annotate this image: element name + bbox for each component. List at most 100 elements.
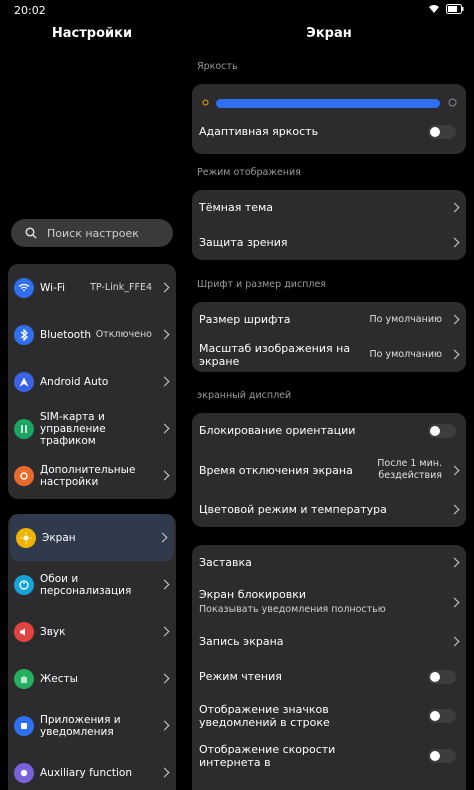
brightness-slider[interactable]: [216, 99, 440, 108]
toggle-knob: [430, 671, 440, 682]
sidebar-item-more-settings[interactable]: Дополнительные настройки: [8, 452, 176, 499]
settings-title: Настройки: [51, 26, 133, 41]
screen-scale-label: Масштаб изображения на экране: [199, 341, 351, 368]
screensaver-row[interactable]: Заставка: [192, 545, 466, 580]
more-settings-icon: [14, 465, 34, 486]
sidebar-item-label: Экран: [42, 531, 76, 544]
sound-icon: [14, 621, 34, 642]
chevron-right-icon: [159, 626, 170, 637]
screen-record-row[interactable]: Запись экрана: [192, 624, 466, 659]
reading-mode-row[interactable]: Режим чтения: [192, 659, 466, 694]
eye-protection-label: Защита зрения: [199, 236, 288, 249]
chevron-right-icon: [449, 202, 460, 213]
palette-icon: [14, 574, 34, 595]
orientation-lock-label: Блокирование ориентации: [199, 424, 356, 437]
wifi-icon: [14, 277, 34, 298]
sidebar-item-gestures[interactable]: Жесты: [8, 655, 176, 702]
net-speed-row[interactable]: Отображение скорости интернета в: [192, 738, 466, 773]
screen-card: Блокирование ориентации Время отключения…: [192, 413, 466, 527]
sidebar-item-auxiliary[interactable]: Auxiliary function: [8, 749, 176, 790]
chevron-right-icon: [449, 636, 460, 647]
chevron-right-icon: [159, 673, 170, 684]
lock-screen-title: Экран блокировки: [199, 588, 307, 601]
toggle-knob: [430, 126, 440, 137]
sidebar-item-label: Android Auto: [40, 375, 109, 388]
auxiliary-icon: [14, 762, 34, 783]
adaptive-brightness-row[interactable]: Адаптивная яркость: [192, 114, 466, 149]
dark-theme-row[interactable]: Тёмная тема: [192, 190, 466, 225]
chevron-right-icon: [159, 720, 170, 731]
color-mode-row[interactable]: Цветовой режим и температура: [192, 492, 466, 527]
sidebar-item-label: Дополнительные настройки: [40, 463, 136, 488]
chevron-right-icon: [159, 767, 170, 778]
dark-theme-label: Тёмная тема: [199, 201, 274, 214]
font-size-value: По умолчанию: [369, 313, 442, 325]
sun-bright-icon: [448, 98, 457, 107]
hand-icon: [14, 668, 34, 689]
chevron-right-icon: [159, 470, 170, 481]
battery-icon: [446, 4, 464, 14]
sidebar-item-android-auto[interactable]: Android Auto: [8, 358, 176, 405]
bluetooth-status-value: Отключено: [95, 329, 152, 340]
chevron-right-icon: [159, 423, 170, 434]
screen-record-label: Запись экрана: [199, 635, 284, 648]
lock-screen-row[interactable]: Экран блокировки Показывать уведомления …: [192, 580, 466, 624]
sidebar-item-label: Приложения и уведомления: [40, 713, 121, 738]
screen-timeout-label: Время отключения экрана: [199, 463, 353, 477]
sidebar-item-label: SIM-карта и управление трафиком: [40, 410, 106, 447]
device-settings-group: Экран Обои и персонализация Звук Жесты П…: [8, 514, 176, 790]
eye-protection-row[interactable]: Защита зрения: [192, 225, 466, 260]
sidebar-item-sound[interactable]: Звук: [8, 608, 176, 655]
sidebar-item-label: Обои и персонализация: [40, 572, 132, 597]
notification-icons-row[interactable]: Отображение значков уведомлений в строке: [192, 694, 466, 738]
section-display-mode: Режим отображения: [197, 167, 301, 178]
sidebar-item-wallpaper[interactable]: Обои и персонализация: [8, 561, 176, 608]
section-screen: экранный дисплей: [197, 390, 292, 401]
orientation-lock-toggle[interactable]: [428, 423, 456, 438]
wifi-network-value: TP-Link_FFE4: [90, 282, 152, 293]
chevron-right-icon: [159, 376, 170, 387]
sidebar-item-label: Звук: [40, 625, 66, 638]
screen-timeout-row[interactable]: Время отключения экрана После 1 мин. без…: [192, 448, 466, 492]
screen-scale-value: По умолчанию: [369, 348, 442, 360]
status-time: 20:02: [14, 4, 46, 17]
apps-icon: [14, 715, 34, 736]
adaptive-brightness-toggle[interactable]: [428, 124, 456, 139]
net-speed-toggle[interactable]: [428, 748, 456, 763]
screen-scale-row[interactable]: Масштаб изображения на экране По умолчан…: [192, 337, 466, 372]
toggle-knob: [430, 425, 440, 436]
notification-icons-toggle[interactable]: [428, 709, 456, 723]
reading-mode-toggle[interactable]: [428, 669, 456, 684]
sidebar-item-wifi[interactable]: Wi-Fi TP-Link_FFE4: [8, 264, 176, 311]
toggle-knob: [430, 711, 440, 721]
sidebar-item-bluetooth[interactable]: Bluetooth Отключено: [8, 311, 176, 358]
sidebar-item-label: Жесты: [40, 672, 78, 685]
font-size-label: Размер шрифта: [199, 313, 291, 326]
reading-mode-label: Режим чтения: [199, 670, 282, 683]
extra-display-card: Заставка Экран блокировки Показывать уве…: [192, 545, 466, 790]
chevron-right-icon: [157, 532, 168, 543]
display-settings-pane: Экран Яркость Адаптивная яркость Режим о…: [184, 22, 474, 790]
brightness-card: Адаптивная яркость: [192, 84, 466, 154]
android-auto-icon: [14, 371, 34, 392]
search-icon: [25, 227, 37, 239]
toggle-knob: [430, 750, 440, 761]
display-mode-card: Тёмная тема Защита зрения: [192, 190, 466, 260]
chevron-right-icon: [159, 329, 170, 340]
notification-icons-label: Отображение значков уведомлений в строке: [199, 703, 330, 729]
font-size-row[interactable]: Размер шрифта По умолчанию: [192, 302, 466, 337]
chevron-right-icon: [449, 597, 460, 607]
chevron-right-icon: [449, 504, 460, 515]
orientation-lock-row[interactable]: Блокирование ориентации: [192, 413, 466, 448]
chevron-right-icon: [449, 557, 460, 568]
section-font: Шрифт и размер дисплея: [197, 279, 327, 290]
sidebar-item-apps[interactable]: Приложения и уведомления: [8, 702, 176, 749]
adaptive-brightness-label: Адаптивная яркость: [199, 125, 319, 138]
status-bar: 20:02: [0, 0, 474, 22]
search-input[interactable]: Поиск настроек: [11, 219, 173, 247]
page-title: Экран: [306, 26, 352, 41]
sidebar-item-display[interactable]: Экран: [10, 514, 174, 561]
bluetooth-icon: [14, 324, 34, 345]
sun-icon: [16, 527, 36, 548]
sidebar-item-sim[interactable]: SIM-карта и управление трафиком: [8, 405, 176, 452]
